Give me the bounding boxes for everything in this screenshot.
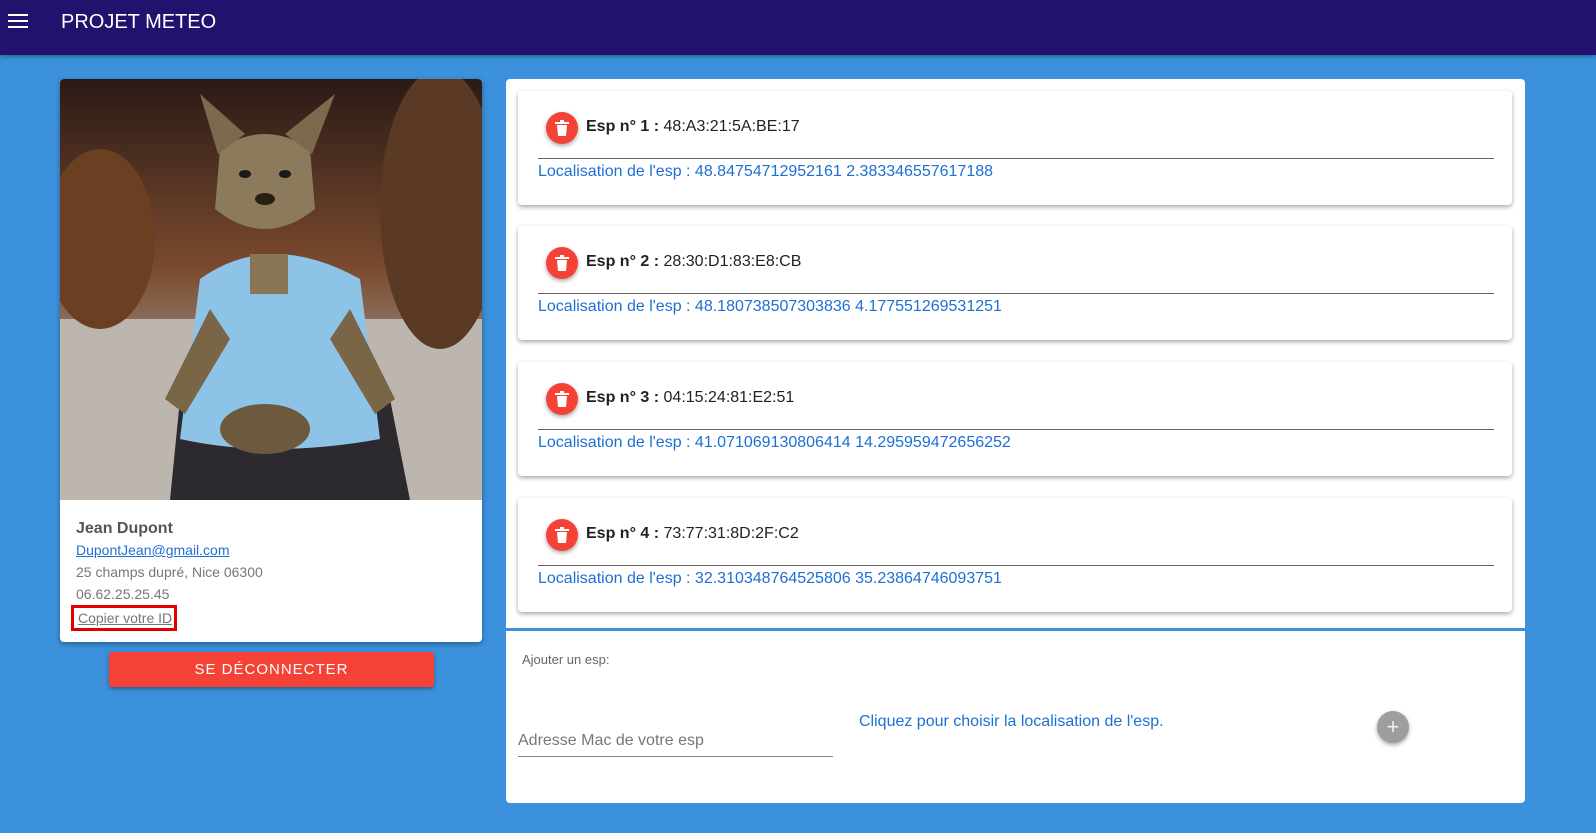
divider [538,565,1494,566]
profile-address: 25 champs dupré, Nice 06300 [76,564,263,580]
esp-mac-address: 48:A3:21:5A:BE:17 [663,118,800,135]
add-esp-label: Ajouter un esp: [522,652,610,667]
delete-esp-button[interactable] [546,519,578,551]
logout-button[interactable]: SE DÉCONNECTER [109,652,434,687]
profile-email-link[interactable]: DupontJean@gmail.com [76,542,230,558]
esp-card: Esp n° 1 : 48:A3:21:5A:BE:17 Localisatio… [518,91,1512,205]
esp-location: Localisation de l'esp : 41.0710691308064… [538,434,1011,451]
esp-title: Esp n° 3 : 04:15:24:81:E2:51 [586,389,794,407]
esp-mac-address: 28:30:D1:83:E8:CB [663,253,802,270]
esp-title: Esp n° 1 : 48:A3:21:5A:BE:17 [586,118,800,136]
esp-location: Localisation de l'esp : 32.3103487645258… [538,570,1002,587]
trash-icon [555,527,569,543]
profile-card: Jean Dupont DupontJean@gmail.com 25 cham… [60,79,482,642]
esp-title: Esp n° 4 : 73:77:31:8D:2F:C2 [586,525,799,543]
esp-mac-address: 04:15:24:81:E2:51 [663,389,795,406]
choose-location-link[interactable]: Cliquez pour choisir la localisation de … [859,713,1164,731]
delete-esp-button[interactable] [546,247,578,279]
app-title: PROJET METEO [61,11,217,33]
esp-card: Esp n° 4 : 73:77:31:8D:2F:C2 Localisatio… [518,498,1512,612]
trash-icon [555,120,569,136]
app-bar: PROJET METEO [0,0,1596,55]
divider [538,158,1494,159]
plus-icon: + [1386,714,1400,739]
profile-name: Jean Dupont [76,520,173,537]
esp-number-label: Esp n° 2 : [586,253,660,270]
trash-icon [555,391,569,407]
section-separator [506,628,1525,631]
esp-card: Esp n° 2 : 28:30:D1:83:E8:CB Localisatio… [518,226,1512,340]
esp-mac-address: 73:77:31:8D:2F:C2 [663,525,799,542]
hamburger-menu-icon[interactable] [8,14,28,30]
add-esp-button[interactable]: + [1377,711,1409,743]
esp-location: Localisation de l'esp : 48.1807385073038… [538,298,1002,315]
esp-title: Esp n° 2 : 28:30:D1:83:E8:CB [586,253,801,271]
copy-id-link[interactable]: Copier votre ID [71,605,177,631]
mac-address-input[interactable] [518,726,833,757]
delete-esp-button[interactable] [546,112,578,144]
esp-card: Esp n° 3 : 04:15:24:81:E2:51 Localisatio… [518,362,1512,476]
delete-esp-button[interactable] [546,383,578,415]
trash-icon [555,255,569,271]
divider [538,429,1494,430]
profile-phone: 06.62.25.25.45 [76,586,170,602]
esp-number-label: Esp n° 4 : [586,525,660,542]
esp-panel: Esp n° 1 : 48:A3:21:5A:BE:17 Localisatio… [506,79,1525,803]
divider [538,293,1494,294]
esp-location: Localisation de l'esp : 48.8475471295216… [538,163,994,180]
profile-photo [60,79,482,500]
esp-number-label: Esp n° 1 : [586,118,660,135]
esp-number-label: Esp n° 3 : [586,389,660,406]
